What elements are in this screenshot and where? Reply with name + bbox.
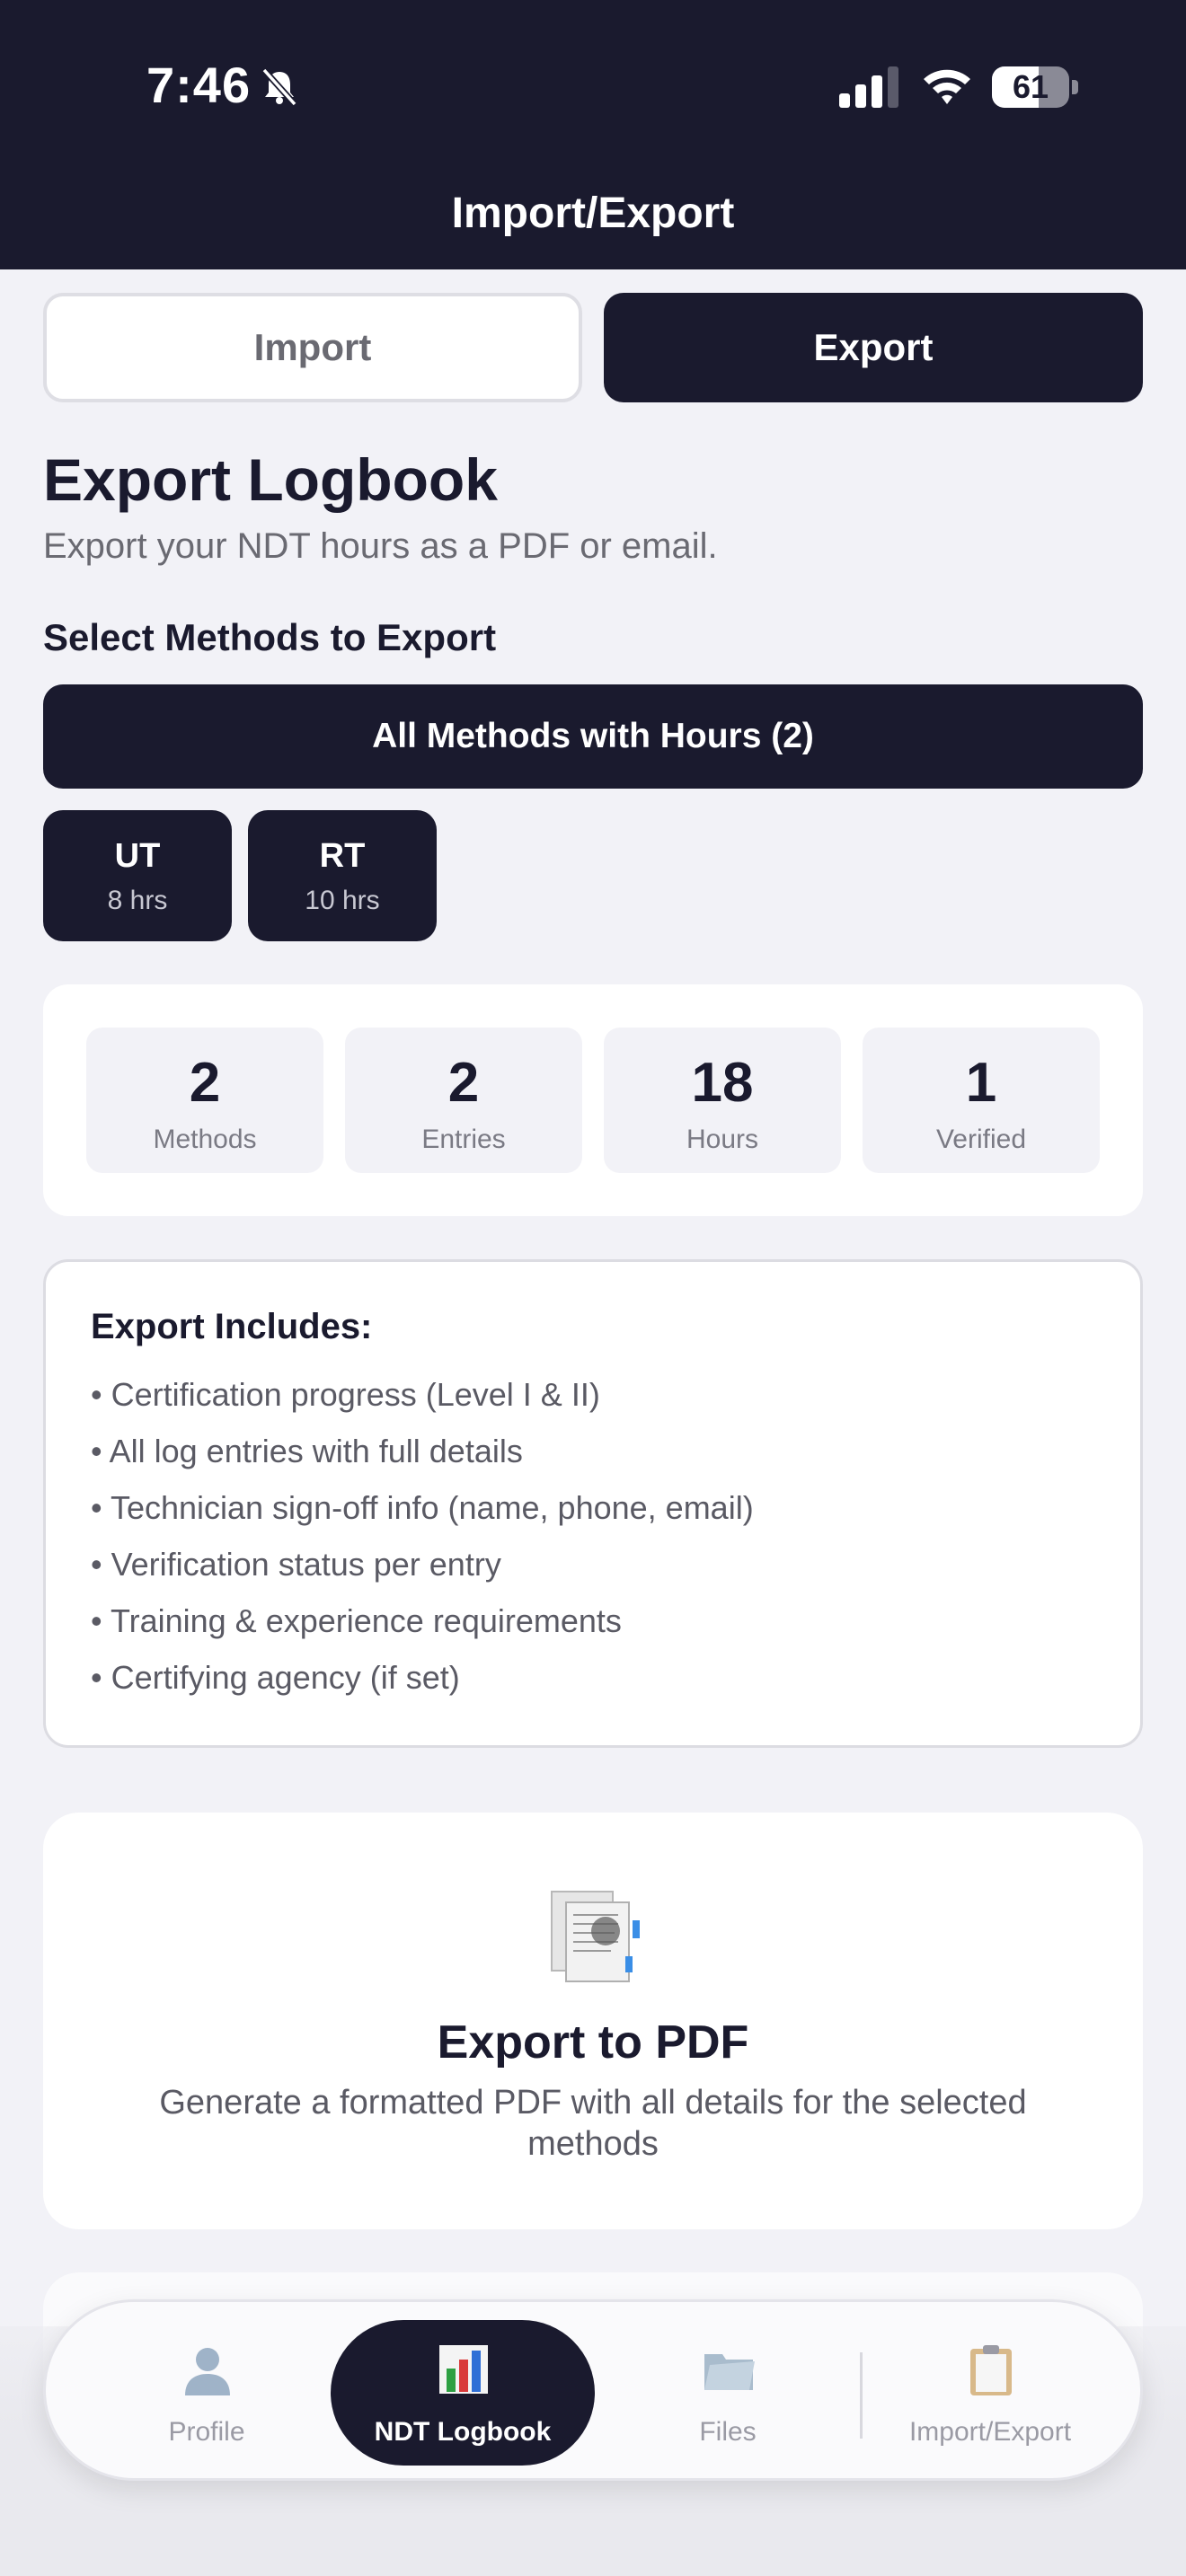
bar-chart-icon bbox=[439, 2345, 488, 2394]
list-item: • All log entries with full details bbox=[91, 1433, 523, 1469]
stat-value: 1 bbox=[965, 1052, 997, 1114]
export-pdf-button[interactable]: Export to PDF Generate a formatted PDF w… bbox=[43, 1813, 1143, 2229]
tab-import-export[interactable]: Import/Export bbox=[858, 2320, 1122, 2466]
list-item: • Technician sign-off info (name, phone,… bbox=[91, 1489, 754, 1526]
tab-label: NDT Logbook bbox=[374, 2417, 552, 2447]
status-time: 7:46 bbox=[146, 57, 252, 113]
stats-card: 2 Methods 2 Entries 18 Hours 1 Verified bbox=[43, 984, 1143, 1216]
tab-label: Profile bbox=[168, 2417, 245, 2447]
stat-label: Methods bbox=[153, 1125, 257, 1154]
person-icon bbox=[185, 2348, 230, 2395]
export-title: Export Logbook bbox=[43, 446, 498, 513]
export-includes-card: Export Includes: • Certification progres… bbox=[43, 1259, 1143, 1748]
list-item: • Certification progress (Level I & II) bbox=[91, 1376, 600, 1413]
tab-label: Import/Export bbox=[908, 2417, 1072, 2447]
stat-label: Entries bbox=[421, 1125, 506, 1154]
stat-methods: 2 Methods bbox=[86, 1028, 323, 1173]
method-name: RT bbox=[319, 837, 366, 875]
stat-label: Hours bbox=[686, 1125, 759, 1154]
export-tab-button[interactable]: Export bbox=[604, 293, 1143, 402]
import-tab-button[interactable]: Import bbox=[43, 293, 582, 402]
stat-hours: 18 Hours bbox=[604, 1028, 841, 1173]
clipboard-icon bbox=[970, 2345, 1012, 2395]
battery-indicator: 61 bbox=[992, 66, 1078, 108]
tab-files[interactable]: Files bbox=[596, 2320, 860, 2466]
list-item: • Training & experience requirements bbox=[91, 1602, 622, 1639]
method-name: UT bbox=[114, 837, 161, 875]
stat-value: 18 bbox=[691, 1052, 754, 1114]
tab-ndt-logbook[interactable]: NDT Logbook bbox=[331, 2320, 595, 2466]
export-subtitle: Export your NDT hours as a PDF or email. bbox=[43, 526, 718, 566]
folder-icon bbox=[704, 2354, 755, 2390]
cellular-signal-icon bbox=[839, 66, 898, 108]
list-item: • Verification status per entry bbox=[91, 1546, 501, 1583]
all-methods-button[interactable]: All Methods with Hours (2) bbox=[43, 684, 1143, 789]
bottom-tab-bar: Profile NDT Logbook Files Import/Export bbox=[43, 2299, 1143, 2481]
method-hours: 10 hrs bbox=[305, 886, 380, 915]
stat-value: 2 bbox=[447, 1052, 480, 1114]
document-icon bbox=[551, 1891, 640, 1982]
stat-value: 2 bbox=[189, 1052, 221, 1114]
select-methods-heading: Select Methods to Export bbox=[43, 616, 497, 658]
export-includes-title: Export Includes: bbox=[91, 1307, 373, 1346]
method-hours: 8 hrs bbox=[107, 886, 168, 915]
stat-verified: 1 Verified bbox=[863, 1028, 1100, 1173]
export-includes-list: • Certification progress (Level I & II) … bbox=[91, 1366, 754, 1706]
stat-label: Verified bbox=[935, 1125, 1027, 1154]
export-pdf-title: Export to PDF bbox=[437, 2016, 749, 2069]
stat-entries: 2 Entries bbox=[345, 1028, 582, 1173]
list-item: • Certifying agency (if set) bbox=[91, 1659, 460, 1696]
export-pdf-description: Generate a formatted PDF with all detail… bbox=[159, 2084, 1027, 2163]
wifi-icon bbox=[924, 69, 970, 104]
header-bar: 7:46 61 Import/Export bbox=[0, 0, 1186, 269]
tab-profile[interactable]: Profile bbox=[75, 2320, 339, 2466]
tab-label: Files bbox=[699, 2417, 757, 2447]
method-chip-rt[interactable]: RT 10 hrs bbox=[248, 810, 437, 941]
method-chip-ut[interactable]: UT 8 hrs bbox=[43, 810, 232, 941]
page-title: Import/Export bbox=[451, 190, 735, 237]
bell-slash-icon bbox=[261, 67, 297, 107]
battery-percent: 61 bbox=[1012, 68, 1049, 105]
